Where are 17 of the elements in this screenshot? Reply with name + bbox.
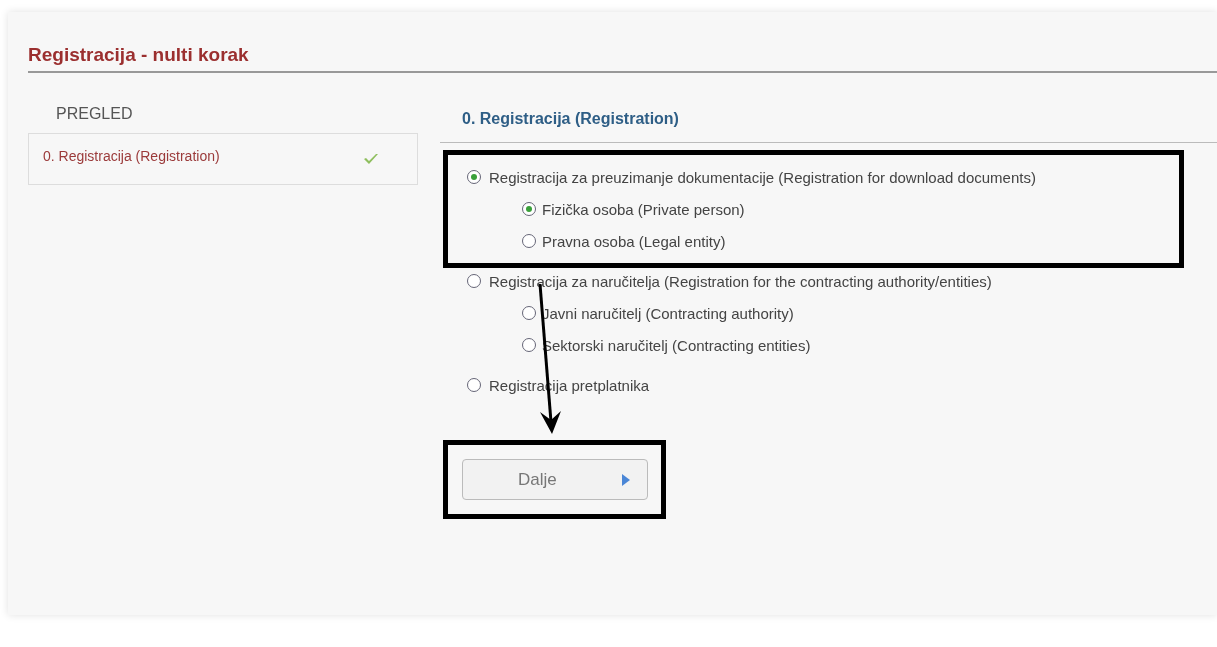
radio-option[interactable]: Pravna osoba (Legal entity)	[522, 228, 726, 254]
radio-option[interactable]: Javni naručitelj (Contracting authority)	[522, 300, 794, 326]
sidebar-heading: PREGLED	[55, 104, 134, 124]
radio-button[interactable]	[467, 170, 481, 184]
play-icon	[621, 472, 631, 487]
radio-option[interactable]: Fizička osoba (Private person)	[522, 196, 745, 222]
radio-button[interactable]	[522, 306, 536, 320]
radio-button[interactable]	[467, 274, 481, 288]
radio-option[interactable]: Registracija za preuzimanje dokumentacije (Registration for download documents)	[467, 164, 1036, 190]
radio-button[interactable]	[467, 378, 481, 392]
radio-button[interactable]	[522, 338, 536, 352]
radio-button[interactable]	[522, 234, 536, 248]
radio-option[interactable]: Registracija za naručitelja (Registration for the contracting authority/entities)	[467, 268, 992, 294]
section-title: 0. Registracija (Registration)	[440, 73, 1217, 143]
sidebar-item[interactable]: 0. Registracija (Registration)	[28, 133, 418, 185]
radio-button[interactable]	[522, 202, 536, 216]
page-title: Registracija - nulti korak	[28, 12, 1217, 73]
